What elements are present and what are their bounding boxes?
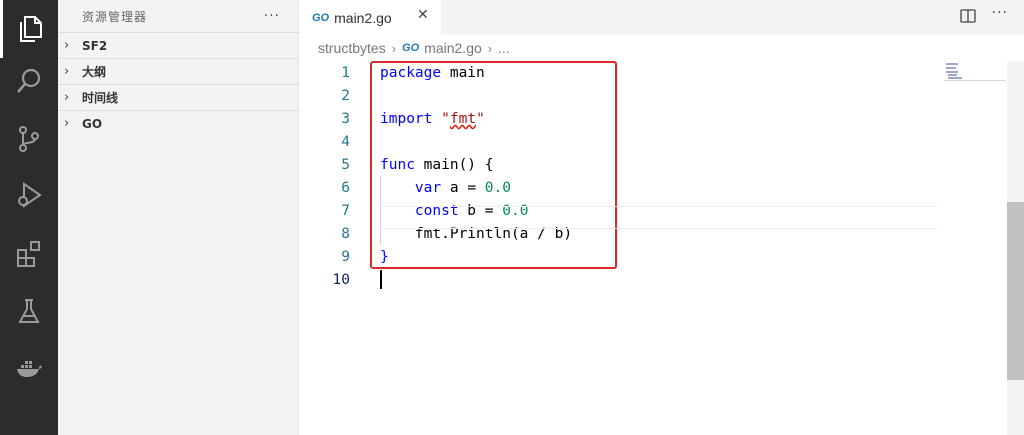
minimap-line — [946, 67, 956, 69]
explorer-sidebar: 资源管理器 ··· › SF2 › 大纲 › 时间线 › GO — [58, 0, 299, 435]
highlight-annotation-box — [370, 61, 617, 269]
tab-main2-go[interactable]: GO main2.go ✕ — [300, 0, 441, 35]
minimap-line — [948, 74, 957, 76]
more-actions-button[interactable]: ··· — [992, 5, 1008, 21]
close-icon[interactable]: ✕ — [417, 7, 429, 23]
line-number: 5 — [341, 157, 350, 173]
chevron-right-icon: › — [64, 90, 70, 105]
breadcrumb: structbytes › GO main2.go › ... — [300, 35, 1024, 61]
breadcrumb-file[interactable]: main2.go — [424, 40, 482, 56]
chevron-right-icon: › — [487, 40, 493, 56]
section-timeline[interactable]: › 时间线 — [58, 84, 298, 110]
line-number: 7 — [341, 203, 350, 219]
minimap-line — [948, 77, 962, 79]
chevron-right-icon: › — [64, 116, 70, 131]
section-label: 时间线 — [82, 91, 119, 105]
section-label: 大纲 — [82, 65, 107, 79]
go-file-icon: GO — [402, 42, 420, 54]
go-file-icon: GO — [312, 11, 330, 24]
sidebar-title: 资源管理器 — [82, 9, 148, 24]
sidebar-more-button[interactable]: ··· — [264, 8, 280, 24]
minimap[interactable] — [944, 61, 1006, 81]
section-label: SF2 — [82, 38, 108, 53]
source-control-icon[interactable] — [0, 110, 58, 168]
extensions-icon[interactable] — [0, 224, 58, 282]
line-number: 6 — [341, 180, 350, 196]
breadcrumb-folder[interactable]: structbytes — [318, 40, 386, 56]
chevron-right-icon: › — [64, 38, 70, 53]
line-number: 2 — [341, 88, 350, 104]
text-cursor — [380, 270, 382, 289]
section-outline[interactable]: › 大纲 — [58, 58, 298, 84]
docker-icon[interactable] — [0, 340, 58, 398]
sidebar-header: 资源管理器 ··· — [58, 0, 298, 32]
tab-label: main2.go — [334, 9, 392, 26]
activity-bar — [0, 0, 58, 435]
breadcrumb-symbols[interactable]: ... — [498, 40, 510, 56]
chevron-right-icon: › — [391, 40, 397, 56]
section-go[interactable]: › GO — [58, 110, 298, 136]
line-number: 10 — [332, 272, 350, 288]
tab-bar: GO main2.go ✕ ··· — [300, 0, 1024, 35]
split-editor-icon[interactable] — [960, 8, 976, 24]
vertical-scrollbar[interactable] — [1007, 61, 1024, 435]
line-number: 3 — [341, 111, 350, 127]
minimap-line — [946, 71, 958, 73]
search-icon[interactable] — [0, 52, 58, 110]
code-editor[interactable]: 1 package main 2 3 import "fmt" 4 5 func… — [300, 61, 940, 435]
chevron-right-icon: › — [64, 64, 70, 79]
line-number: 8 — [341, 226, 350, 242]
scrollbar-thumb[interactable] — [1007, 202, 1024, 380]
explorer-icon[interactable] — [0, 0, 58, 58]
section-label: GO — [82, 116, 103, 131]
run-debug-icon[interactable] — [0, 166, 58, 224]
testing-icon[interactable] — [0, 282, 58, 340]
section-sf2[interactable]: › SF2 — [58, 32, 298, 58]
line-number: 4 — [341, 134, 350, 150]
current-line-highlight — [378, 206, 937, 229]
line-number: 9 — [341, 249, 350, 265]
code-line: 10 — [300, 269, 940, 292]
editor-pane: GO main2.go ✕ ··· structbytes › GO main2… — [300, 0, 1024, 435]
line-number: 1 — [341, 65, 350, 81]
minimap-line — [946, 63, 958, 65]
